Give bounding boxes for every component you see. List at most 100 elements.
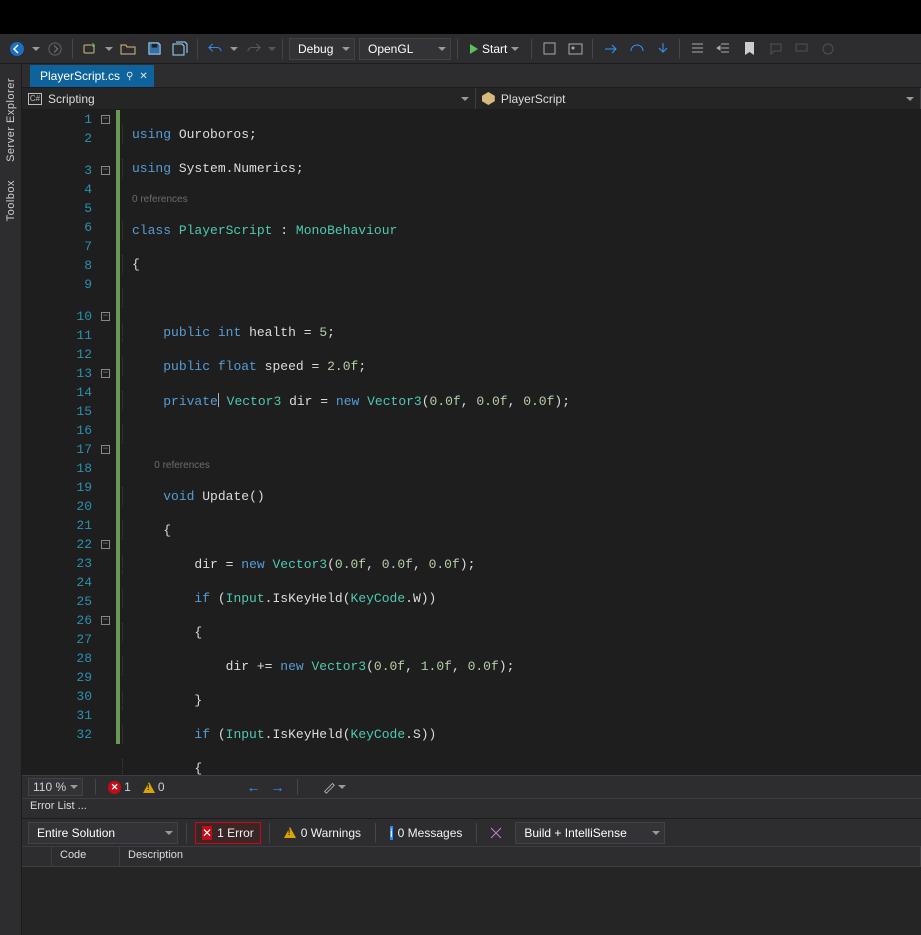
error-list-panel: Error List ... Entire Solution ✕ 1 Error… [22,798,921,935]
chevron-down-icon [906,97,914,101]
error-source-combo[interactable]: Build + IntelliSense [515,822,665,844]
separator [186,823,187,843]
warnings-filter-button[interactable]: 0 Warnings [278,822,367,844]
error-list-col-icon[interactable] [22,847,52,866]
error-list-col-description[interactable]: Description [120,847,921,866]
toolbar-button-a[interactable] [564,38,586,60]
chevron-down-icon[interactable] [32,47,40,51]
start-label: Start [482,42,507,56]
close-icon[interactable]: ✕ [139,71,147,82]
browser-link-button[interactable] [538,38,560,60]
csharp-icon: C# [28,93,42,105]
step-button-2[interactable] [625,38,647,60]
toolbar-button-c[interactable] [790,38,812,60]
file-tab-playerscript[interactable]: PlayerScript.cs ⚲ ✕ [30,65,154,87]
step-button-1[interactable] [599,38,621,60]
play-icon [470,44,478,54]
fold-toggle[interactable]: − [101,312,110,321]
nav-type-combo[interactable]: PlayerScript [476,88,921,109]
platform-combo[interactable]: OpenGL [359,38,451,60]
warning-count: 0 [158,780,165,794]
messages-filter-button[interactable]: i 0 Messages [384,822,468,844]
comment-icon [768,41,783,56]
chevron-down-icon[interactable] [105,47,113,51]
fold-toggle[interactable]: − [101,369,110,378]
redo-button[interactable] [242,38,264,60]
separator [679,39,680,59]
new-project-icon [82,41,98,57]
error-list-tab[interactable]: Error List ... [22,799,921,819]
error-list-body[interactable] [22,867,921,935]
nav-right-button[interactable]: → [271,779,285,795]
save-icon [147,41,162,56]
indent-button-1[interactable] [686,38,708,60]
zoom-label: 110 % [33,780,66,794]
info-circle-icon: i [390,826,393,840]
redo-icon [246,41,261,56]
save-button[interactable] [143,38,165,60]
error-scope-combo[interactable]: Entire Solution [28,822,178,844]
separator [282,39,283,59]
folder-open-icon [120,41,136,57]
error-count: 1 [124,780,131,794]
start-debug-button[interactable]: Start [464,38,525,60]
chevron-down-icon [652,831,660,835]
fold-toggle[interactable]: − [101,445,110,454]
fold-toggle[interactable]: − [101,115,110,124]
zoom-level-combo[interactable]: 110 % [28,778,83,796]
brush-icon [322,780,336,794]
pretty-listing-button[interactable] [322,780,346,794]
indent-icon [690,41,705,56]
indent-button-2[interactable] [712,38,734,60]
line-number-gutter: 1− 2 3− 4 5 6 7 8 9 10− 11 12 13− 14 15 … [22,110,116,775]
toolbar-button-b[interactable] [764,38,786,60]
nav-scope-combo[interactable]: C# Scripting [22,88,476,109]
undo-icon [208,41,223,56]
main-toolbar: Debug OpenGL Start [0,34,921,64]
pin-icon[interactable]: ⚲ [126,71,133,82]
fold-toggle[interactable]: − [101,540,110,549]
nav-scope-label: Scripting [48,92,455,106]
error-indicator[interactable]: ✕ 1 [108,780,131,794]
errors-filter-button[interactable]: ✕ 1 Error [195,822,261,844]
bookmark-button[interactable] [738,38,760,60]
nav-back-button[interactable] [6,38,28,60]
title-bar [0,0,921,34]
step-button-3[interactable] [651,38,673,60]
side-tab-strip: Server Explorer Toolbox [0,64,22,935]
separator [95,779,96,795]
code-area[interactable]: using Ouroboros; using System.Numerics; … [120,110,921,775]
warnings-filter-label: 0 Warnings [301,826,361,840]
separator [476,823,477,843]
error-list-columns: Code Description [22,847,921,867]
code-editor[interactable]: 1− 2 3− 4 5 6 7 8 9 10− 11 12 13− 14 15 … [22,110,921,775]
separator [457,39,458,59]
toolbox-tab[interactable]: Toolbox [5,180,17,221]
error-list-col-code[interactable]: Code [52,847,120,866]
chevron-down-icon[interactable] [268,47,276,51]
clear-filters-button[interactable] [485,822,507,844]
configuration-combo[interactable]: Debug [289,38,355,60]
separator [269,823,270,843]
uncomment-icon [794,41,809,56]
chevron-down-icon [70,785,78,789]
nav-left-button[interactable]: ← [247,779,261,795]
nav-fwd-button[interactable] [44,38,66,60]
undo-button[interactable] [204,38,226,60]
server-explorer-tab[interactable]: Server Explorer [5,78,17,162]
error-circle-icon: ✕ [108,781,121,794]
separator [297,779,298,795]
new-project-button[interactable] [79,38,101,60]
chevron-down-icon[interactable] [230,47,238,51]
toolbar-button-d[interactable] [816,38,838,60]
open-file-button[interactable] [117,38,139,60]
outdent-icon [716,41,731,56]
fold-toggle[interactable]: − [101,166,110,175]
tool-icon [820,41,835,56]
codelens-references[interactable]: 0 references [132,459,921,472]
fold-toggle[interactable]: − [101,616,110,625]
chevron-down-icon [338,785,346,789]
warning-indicator[interactable]: 0 [143,780,165,794]
codelens-references[interactable]: 0 references [132,193,921,206]
save-all-button[interactable] [169,38,191,60]
